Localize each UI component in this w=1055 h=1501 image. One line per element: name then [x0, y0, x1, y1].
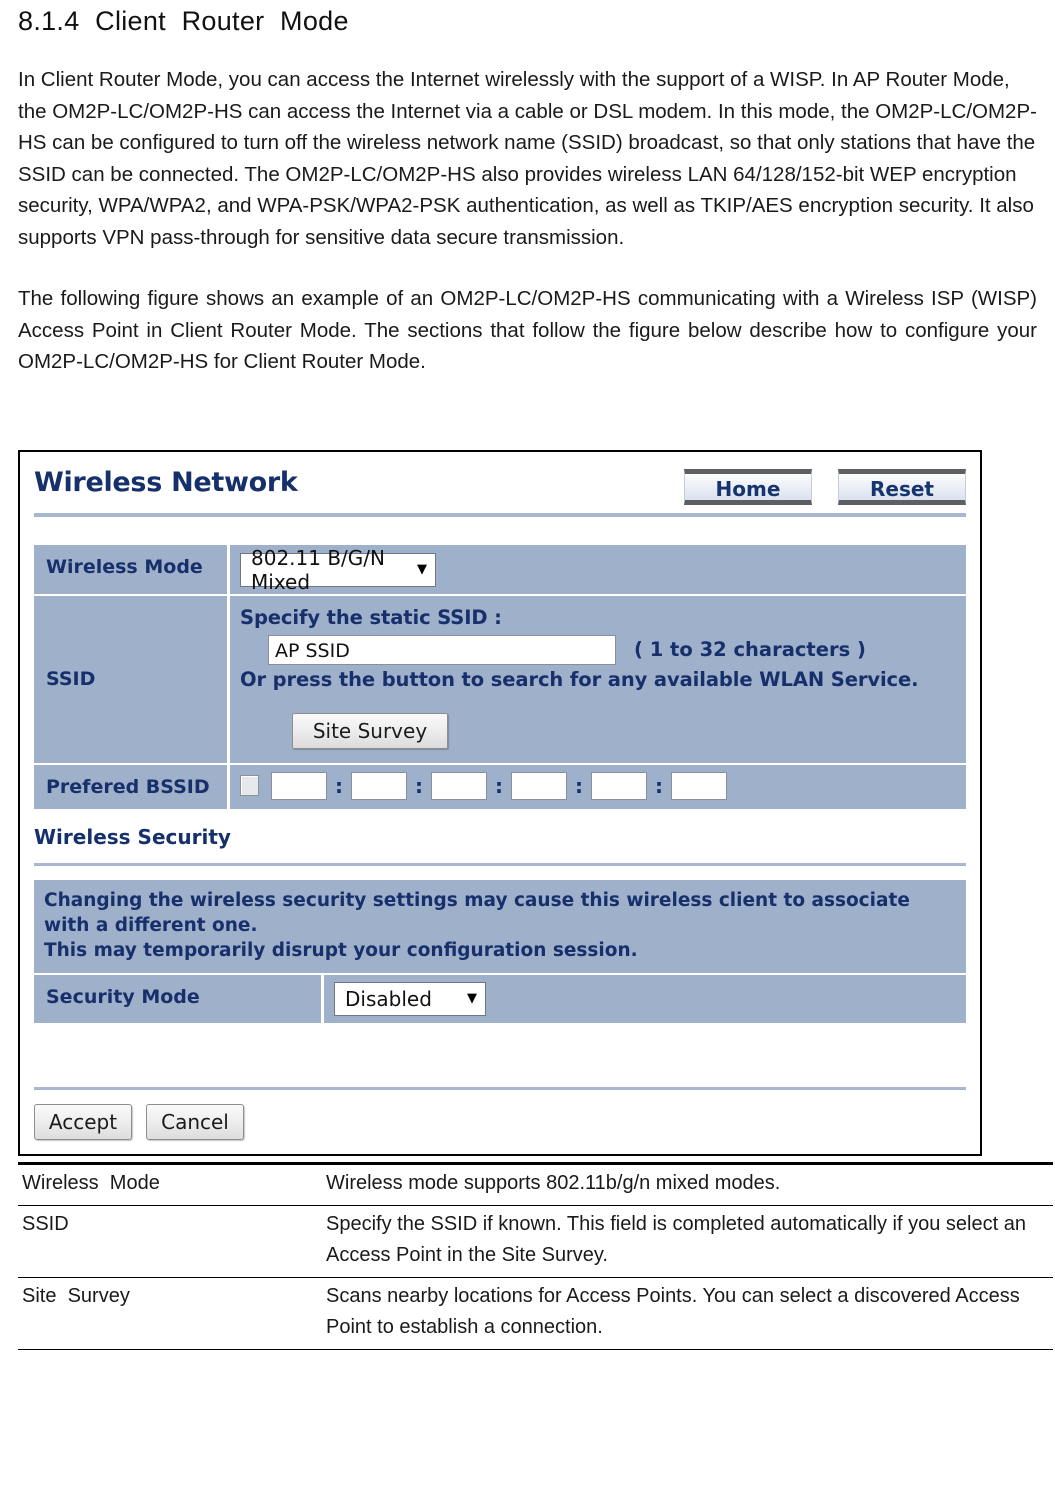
cancel-button[interactable]: Cancel: [146, 1103, 244, 1140]
security-mode-row: Security Mode Disabled ▼: [34, 974, 966, 1025]
bssid-separator: :: [495, 773, 503, 798]
ui-header-buttons: Home Reset: [684, 466, 966, 505]
bssid-field-group: : : : : :: [240, 771, 966, 800]
ssid-body: Specify the static SSID : AP SSID ( 1 to…: [230, 596, 966, 763]
wireless-mode-label: Wireless Mode: [34, 544, 230, 594]
page-title: 8.1.4 Client Router Mode: [18, 6, 349, 36]
ui-page-title: Wireless Network: [34, 466, 298, 498]
bssid-octet-5[interactable]: [591, 771, 647, 800]
table-cell-term: SSID: [18, 1205, 322, 1278]
ssid-label: SSID: [34, 595, 230, 763]
home-button[interactable]: Home: [684, 468, 812, 505]
bssid-octet-4[interactable]: [511, 771, 567, 800]
bssid-separator: :: [655, 773, 663, 798]
notice-line-1: Changing the wireless security settings …: [44, 889, 910, 936]
table-row: Wireless Mode Wireless mode supports 802…: [18, 1161, 1053, 1206]
ssid-char-hint: ( 1 to 32 characters ): [634, 638, 866, 661]
ui-header: Wireless Network Home Reset: [32, 462, 968, 505]
bssid-separator: :: [335, 773, 343, 798]
chevron-down-icon: ▼: [417, 562, 427, 577]
table-cell-definition: Specify the SSID if known. This field is…: [322, 1205, 1053, 1278]
header-spacer: [32, 516, 968, 545]
notice-line-2: This may temporarily disrupt your config…: [44, 939, 638, 961]
bssid-octet-1[interactable]: [271, 771, 327, 800]
intro-paragraph-2: The following figure shows an example of…: [18, 287, 1037, 373]
security-mode-label: Security Mode: [34, 974, 324, 1023]
table-cell-definition: Scans nearby locations for Access Points…: [322, 1277, 1053, 1350]
security-mode-value-cell: Disabled ▼: [324, 975, 966, 1023]
document-page: 8.1.4 Client Router Mode In Client Route…: [0, 6, 1055, 1501]
prefered-bssid-label: Prefered BSSID: [34, 764, 230, 809]
prefered-bssid-checkbox[interactable]: [240, 775, 259, 796]
bssid-octet-3[interactable]: [431, 771, 487, 800]
site-survey-button[interactable]: Site Survey: [292, 712, 448, 749]
bssid-octet-6[interactable]: [671, 771, 727, 800]
wireless-mode-row: Wireless Mode 802.11 B/G/N Mixed ▼: [34, 544, 966, 596]
table-row: Site Survey Scans nearby locations for A…: [18, 1277, 1053, 1350]
wireless-mode-select[interactable]: 802.11 B/G/N Mixed ▼: [240, 546, 436, 594]
table-cell-term: Wireless Mode: [18, 1161, 322, 1206]
intro-paragraph-1: In Client Router Mode, you can access th…: [18, 68, 1037, 249]
wireless-security-notice: Changing the wireless security settings …: [34, 879, 966, 975]
ssid-input-line: AP SSID ( 1 to 32 characters ): [268, 634, 966, 665]
chevron-down-icon: ▼: [467, 991, 477, 1006]
wireless-security-heading: Wireless Security: [34, 824, 231, 849]
accept-button[interactable]: Accept: [34, 1103, 132, 1140]
table-cell-definition: Wireless mode supports 802.11b/g/n mixed…: [322, 1161, 1053, 1206]
wireless-mode-value-cell: 802.11 B/G/N Mixed ▼: [230, 545, 966, 594]
prefered-bssid-row: Prefered BSSID : : : : :: [34, 764, 966, 811]
table-cell-term: Site Survey: [18, 1277, 322, 1350]
bssid-octet-2[interactable]: [351, 771, 407, 800]
ssid-row: SSID Specify the static SSID : AP SSID (…: [34, 595, 966, 765]
table-row: SSID Specify the SSID if known. This fie…: [18, 1205, 1053, 1278]
footer-gap: [32, 1024, 968, 1087]
security-mode-select[interactable]: Disabled ▼: [334, 981, 486, 1016]
security-mode-selected-value: Disabled: [345, 986, 432, 1011]
ssid-prompt: Specify the static SSID :: [240, 605, 502, 629]
router-ui-screenshot: Wireless Network Home Reset Wireless Mod…: [18, 449, 982, 1156]
prefered-bssid-value-cell: : : : : :: [230, 765, 966, 809]
bssid-separator: :: [415, 773, 423, 798]
ssid-search-note: Or press the button to search for any av…: [240, 667, 919, 691]
reset-button[interactable]: Reset: [838, 468, 966, 505]
wireless-mode-selected-value: 802.11 B/G/N Mixed: [251, 545, 385, 594]
bssid-separator: :: [575, 773, 583, 798]
ssid-input[interactable]: AP SSID: [268, 634, 616, 665]
section-gap: [32, 865, 968, 880]
field-description-table: Wireless Mode Wireless mode supports 802…: [18, 1161, 1053, 1350]
ui-footer-buttons: Accept Cancel: [32, 1090, 968, 1144]
